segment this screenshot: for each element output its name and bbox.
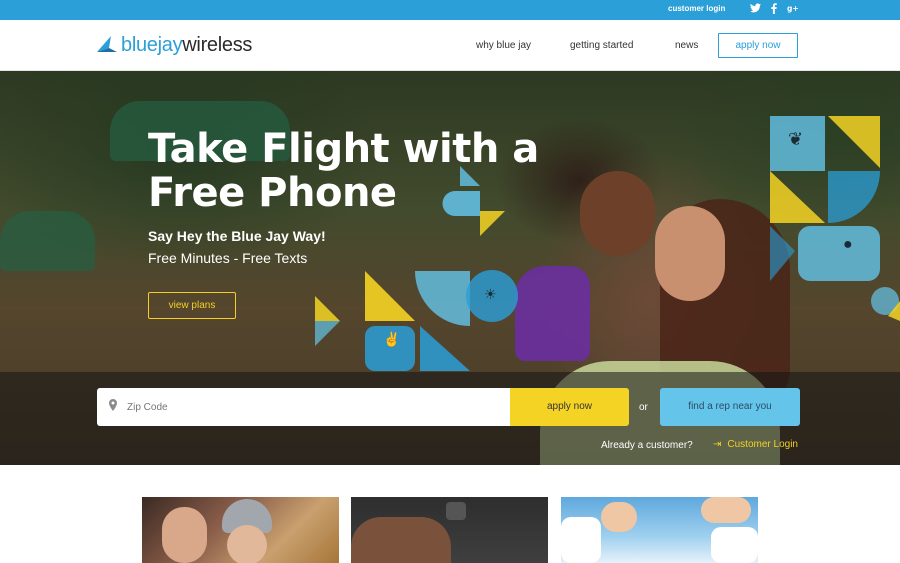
peace-hand-icon: ✌ xyxy=(383,331,401,347)
location-pin-icon xyxy=(109,399,117,414)
already-customer-text: Already a customer? xyxy=(601,440,693,451)
photo-woman-face xyxy=(655,206,725,301)
bluejay-logo-icon xyxy=(97,36,117,52)
nav-news[interactable]: news xyxy=(675,40,698,51)
logo-text-bluejay: bluejay xyxy=(121,33,183,56)
apple-icon: ● xyxy=(843,236,853,253)
apply-now-button[interactable]: apply now xyxy=(510,388,629,426)
svg-text:g+: g+ xyxy=(787,4,799,13)
feature-card-hands[interactable] xyxy=(351,497,548,563)
photo-boy-shirt xyxy=(515,266,590,361)
view-plans-button[interactable]: view plans xyxy=(148,292,236,319)
facebook-icon[interactable] xyxy=(771,3,777,17)
customer-login-link[interactable]: ⇥ Customer Login xyxy=(713,439,798,450)
photo-boy-face xyxy=(580,171,655,256)
hero-headline-line1: Take Flight with a xyxy=(148,126,539,172)
zip-code-field[interactable] xyxy=(97,388,510,426)
top-customer-login-link[interactable]: customer login xyxy=(668,4,725,13)
nav-why-blue-jay[interactable]: why blue jay xyxy=(476,40,531,51)
apply-now-nav-button[interactable]: apply now xyxy=(718,33,798,58)
logo[interactable]: bluejay wireless xyxy=(97,33,252,57)
hero-headline-line2: Free Phone xyxy=(148,170,397,216)
hero-tagline: Free Minutes - Free Texts xyxy=(148,250,308,266)
sun-icon: ☀ xyxy=(484,286,497,302)
leaf-icon: ❦ xyxy=(788,129,804,149)
twitter-icon[interactable] xyxy=(750,3,761,16)
feature-card-team[interactable] xyxy=(561,497,758,563)
customer-login-label: Customer Login xyxy=(727,439,798,450)
find-rep-button[interactable]: find a rep near you xyxy=(660,388,800,426)
hero-subhead: Say Hey the Blue Jay Way! xyxy=(148,228,326,244)
login-icon: ⇥ xyxy=(713,439,722,450)
feature-card-family[interactable] xyxy=(142,497,339,563)
header: bluejay wireless why blue jay getting st… xyxy=(0,20,900,71)
logo-text-wireless: wireless xyxy=(182,33,253,56)
nav-getting-started[interactable]: getting started xyxy=(570,40,633,51)
zip-code-input[interactable] xyxy=(127,388,497,426)
top-bar: customer login g+ xyxy=(0,0,900,20)
or-separator: or xyxy=(639,402,648,413)
google-plus-icon[interactable]: g+ xyxy=(787,3,799,16)
hero-headline: Take Flight with a Free Phone xyxy=(148,127,539,215)
